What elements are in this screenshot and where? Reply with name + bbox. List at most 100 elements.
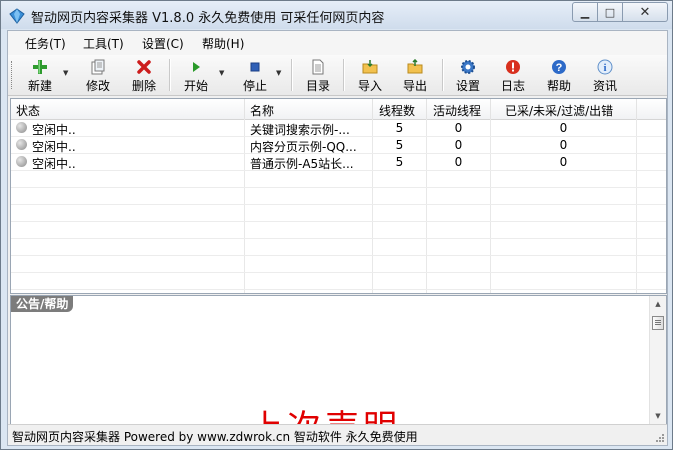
svg-text:?: ? xyxy=(556,62,563,74)
close-icon: ✕ xyxy=(639,4,651,20)
scroll-up-icon[interactable]: ▲ xyxy=(650,297,666,311)
toolbar-separator xyxy=(442,59,444,91)
log-button[interactable]: 日志 xyxy=(493,57,533,93)
export-button[interactable]: 导出 xyxy=(395,57,435,93)
table-row[interactable]: 空闲中.. 普通示例-A5站长... 5 0 0 xyxy=(11,153,666,171)
column-header-threads[interactable]: 线程数 xyxy=(379,102,415,119)
idle-status-icon xyxy=(16,139,27,150)
settings-label: 设置 xyxy=(455,79,480,93)
log-label: 日志 xyxy=(500,79,525,93)
menu-help[interactable]: 帮助(H) xyxy=(202,35,244,52)
stop-dropdown-icon[interactable]: ▼ xyxy=(276,69,281,77)
catalog-label: 目录 xyxy=(305,79,330,93)
help-label: 帮助 xyxy=(546,79,571,93)
scroll-thumb[interactable] xyxy=(652,316,664,330)
settings-button[interactable]: 设置 xyxy=(448,57,488,93)
delete-x-icon xyxy=(137,60,151,74)
help-question-icon: ? xyxy=(552,60,566,74)
toolbar-grip[interactable] xyxy=(11,61,15,89)
status-text: 智动网页内容采集器 Powered by www.zdwrok.cn 智动软件 … xyxy=(12,430,418,444)
info-icon: i xyxy=(597,59,613,75)
minimize-button[interactable]: ▁ xyxy=(572,2,598,22)
edit-document-icon xyxy=(91,59,105,75)
toolbar-separator xyxy=(291,59,293,91)
empty-row xyxy=(11,187,666,205)
notice-banner-text: 上次声明 xyxy=(249,400,401,424)
news-button[interactable]: i 资讯 xyxy=(585,57,625,93)
stop-button[interactable]: 停止 xyxy=(235,57,275,93)
row-active: 0 xyxy=(454,155,463,169)
help-button[interactable]: ? 帮助 xyxy=(539,57,579,93)
import-button[interactable]: 导入 xyxy=(350,57,390,93)
panel-scrollbar[interactable]: ▲ ▼ xyxy=(649,296,666,424)
catalog-document-icon xyxy=(312,59,324,75)
notice-help-tab[interactable]: 公告/帮助 xyxy=(11,296,74,312)
play-icon xyxy=(193,62,200,72)
resize-grip-icon[interactable] xyxy=(655,433,665,443)
task-table: 状态 名称 线程数 活动线程 已采/未采/过滤/出错 空闲中.. 关键词搜索示例… xyxy=(10,98,667,294)
row-stats: 0 xyxy=(559,155,568,169)
column-header-name[interactable]: 名称 xyxy=(250,102,274,119)
table-row[interactable]: 空闲中.. 内容分页示例-QQ... 5 0 0 xyxy=(11,136,666,154)
row-active: 0 xyxy=(454,138,463,152)
toolbar-separator xyxy=(169,59,171,91)
new-dropdown-icon[interactable]: ▼ xyxy=(63,69,68,77)
start-button[interactable]: 开始 xyxy=(176,57,216,93)
log-alert-icon xyxy=(506,60,520,74)
edit-button[interactable]: 修改 xyxy=(78,57,118,93)
new-button[interactable]: 新建 xyxy=(20,57,60,93)
delete-label: 删除 xyxy=(131,79,156,93)
menu-tools[interactable]: 工具(T) xyxy=(83,35,124,52)
news-label: 资讯 xyxy=(592,79,617,93)
toolbar: 新建 ▼ 修改 删除 开始 ▼ 停止 ▼ 目录 导入 导出 设置 日志 ? 帮助… xyxy=(8,55,667,96)
stop-icon xyxy=(250,62,260,72)
table-row[interactable]: 空闲中.. 关键词搜索示例-... 5 0 0 xyxy=(11,119,666,137)
row-active: 0 xyxy=(454,121,463,135)
status-bar: 智动网页内容采集器 Powered by www.zdwrok.cn 智动软件 … xyxy=(8,424,667,445)
import-folder-icon xyxy=(362,60,378,74)
catalog-button[interactable]: 目录 xyxy=(298,57,338,93)
start-label: 开始 xyxy=(183,79,208,93)
empty-row xyxy=(11,255,666,273)
column-header-status[interactable]: 状态 xyxy=(16,102,40,119)
export-label: 导出 xyxy=(402,79,427,93)
svg-text:i: i xyxy=(603,62,606,74)
close-button[interactable]: ✕ xyxy=(623,2,668,22)
delete-button[interactable]: 删除 xyxy=(124,57,164,93)
row-threads: 5 xyxy=(395,138,404,152)
import-label: 导入 xyxy=(357,79,382,93)
empty-row xyxy=(11,272,666,290)
export-folder-icon xyxy=(407,59,423,74)
idle-status-icon xyxy=(16,156,27,167)
plus-icon xyxy=(33,60,47,74)
empty-row xyxy=(11,170,666,188)
table-header: 状态 名称 线程数 活动线程 已采/未采/过滤/出错 xyxy=(11,99,666,120)
minimize-icon: ▁ xyxy=(580,5,590,19)
app-window: 智动网页内容采集器 V1.8.0 永久免费使用 可采任何网页内容 ▁ □ ✕ 任… xyxy=(0,0,673,450)
notice-panel: 公告/帮助 上次声明 ▲ ▼ xyxy=(10,295,667,425)
empty-row xyxy=(11,204,666,222)
empty-row xyxy=(11,221,666,239)
menu-settings[interactable]: 设置(C) xyxy=(142,35,184,52)
maximize-icon: □ xyxy=(604,5,616,19)
edit-label: 修改 xyxy=(85,79,110,93)
toolbar-separator xyxy=(343,59,345,91)
menu-task[interactable]: 任务(T) xyxy=(25,35,66,52)
empty-row xyxy=(11,238,666,256)
maximize-button[interactable]: □ xyxy=(598,2,623,22)
scroll-down-icon[interactable]: ▼ xyxy=(650,409,666,423)
gear-icon xyxy=(461,60,475,74)
column-header-stats[interactable]: 已采/未采/过滤/出错 xyxy=(505,102,613,119)
app-diamond-icon xyxy=(9,8,25,24)
menu-bar: 任务(T) 工具(T) 设置(C) 帮助(H) xyxy=(8,31,667,55)
row-stats: 0 xyxy=(559,121,568,135)
stop-label: 停止 xyxy=(242,79,267,93)
row-threads: 5 xyxy=(395,155,404,169)
window-title: 智动网页内容采集器 V1.8.0 永久免费使用 可采任何网页内容 xyxy=(31,11,385,26)
column-header-active-threads[interactable]: 活动线程 xyxy=(433,102,481,119)
start-dropdown-icon[interactable]: ▼ xyxy=(219,69,224,77)
row-stats: 0 xyxy=(559,138,568,152)
title-bar: 智动网页内容采集器 V1.8.0 永久免费使用 可采任何网页内容 ▁ □ ✕ xyxy=(1,1,672,29)
new-label: 新建 xyxy=(27,79,52,93)
row-threads: 5 xyxy=(395,121,404,135)
